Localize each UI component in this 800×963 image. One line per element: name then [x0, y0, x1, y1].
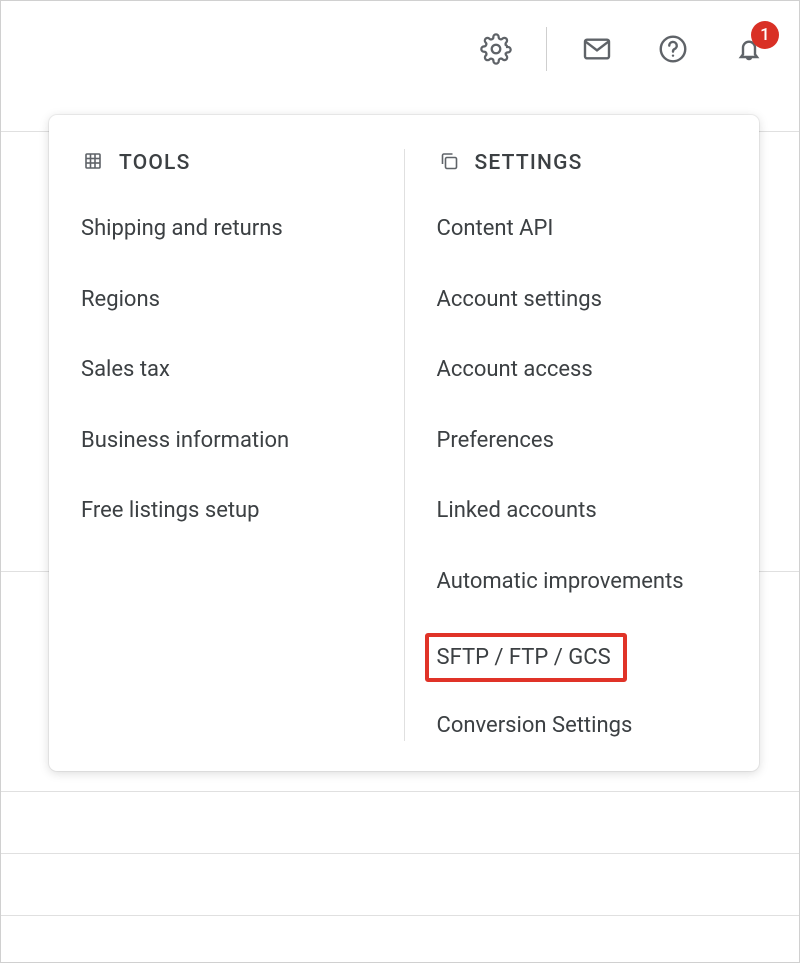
menu-shipping-returns[interactable]: Shipping and returns — [81, 215, 283, 244]
top-toolbar: 1 — [476, 27, 769, 71]
menu-conversion-settings[interactable]: Conversion Settings — [437, 712, 633, 741]
tools-title: TOOLS — [119, 151, 191, 175]
notifications-icon[interactable]: 1 — [729, 29, 769, 69]
grid-icon — [81, 149, 105, 177]
menu-free-listings-setup[interactable]: Free listings setup — [81, 497, 260, 526]
settings-column: SETTINGS Content API Account settings Ac… — [405, 149, 760, 741]
tools-column: TOOLS Shipping and returns Regions Sales… — [49, 149, 405, 741]
menu-regions[interactable]: Regions — [81, 286, 160, 315]
menu-content-api[interactable]: Content API — [437, 215, 554, 244]
tools-settings-dropdown: TOOLS Shipping and returns Regions Sales… — [49, 115, 759, 771]
settings-title: SETTINGS — [475, 151, 583, 175]
menu-business-information[interactable]: Business information — [81, 427, 289, 456]
menu-account-settings[interactable]: Account settings — [437, 286, 602, 315]
settings-header: SETTINGS — [437, 149, 728, 177]
tools-header: TOOLS — [81, 149, 372, 177]
menu-linked-accounts[interactable]: Linked accounts — [437, 497, 597, 526]
menu-automatic-improvements[interactable]: Automatic improvements — [437, 568, 684, 597]
copy-icon — [437, 149, 461, 177]
menu-sales-tax[interactable]: Sales tax — [81, 356, 170, 385]
menu-preferences[interactable]: Preferences — [437, 427, 554, 456]
menu-sftp-ftp-gcs[interactable]: SFTP / FTP / GCS — [425, 633, 627, 683]
toolbar-divider — [546, 27, 547, 71]
notification-badge: 1 — [751, 21, 779, 49]
mail-icon[interactable] — [577, 29, 617, 69]
menu-account-access[interactable]: Account access — [437, 356, 593, 385]
help-icon[interactable] — [653, 29, 693, 69]
gear-icon[interactable] — [476, 29, 516, 69]
